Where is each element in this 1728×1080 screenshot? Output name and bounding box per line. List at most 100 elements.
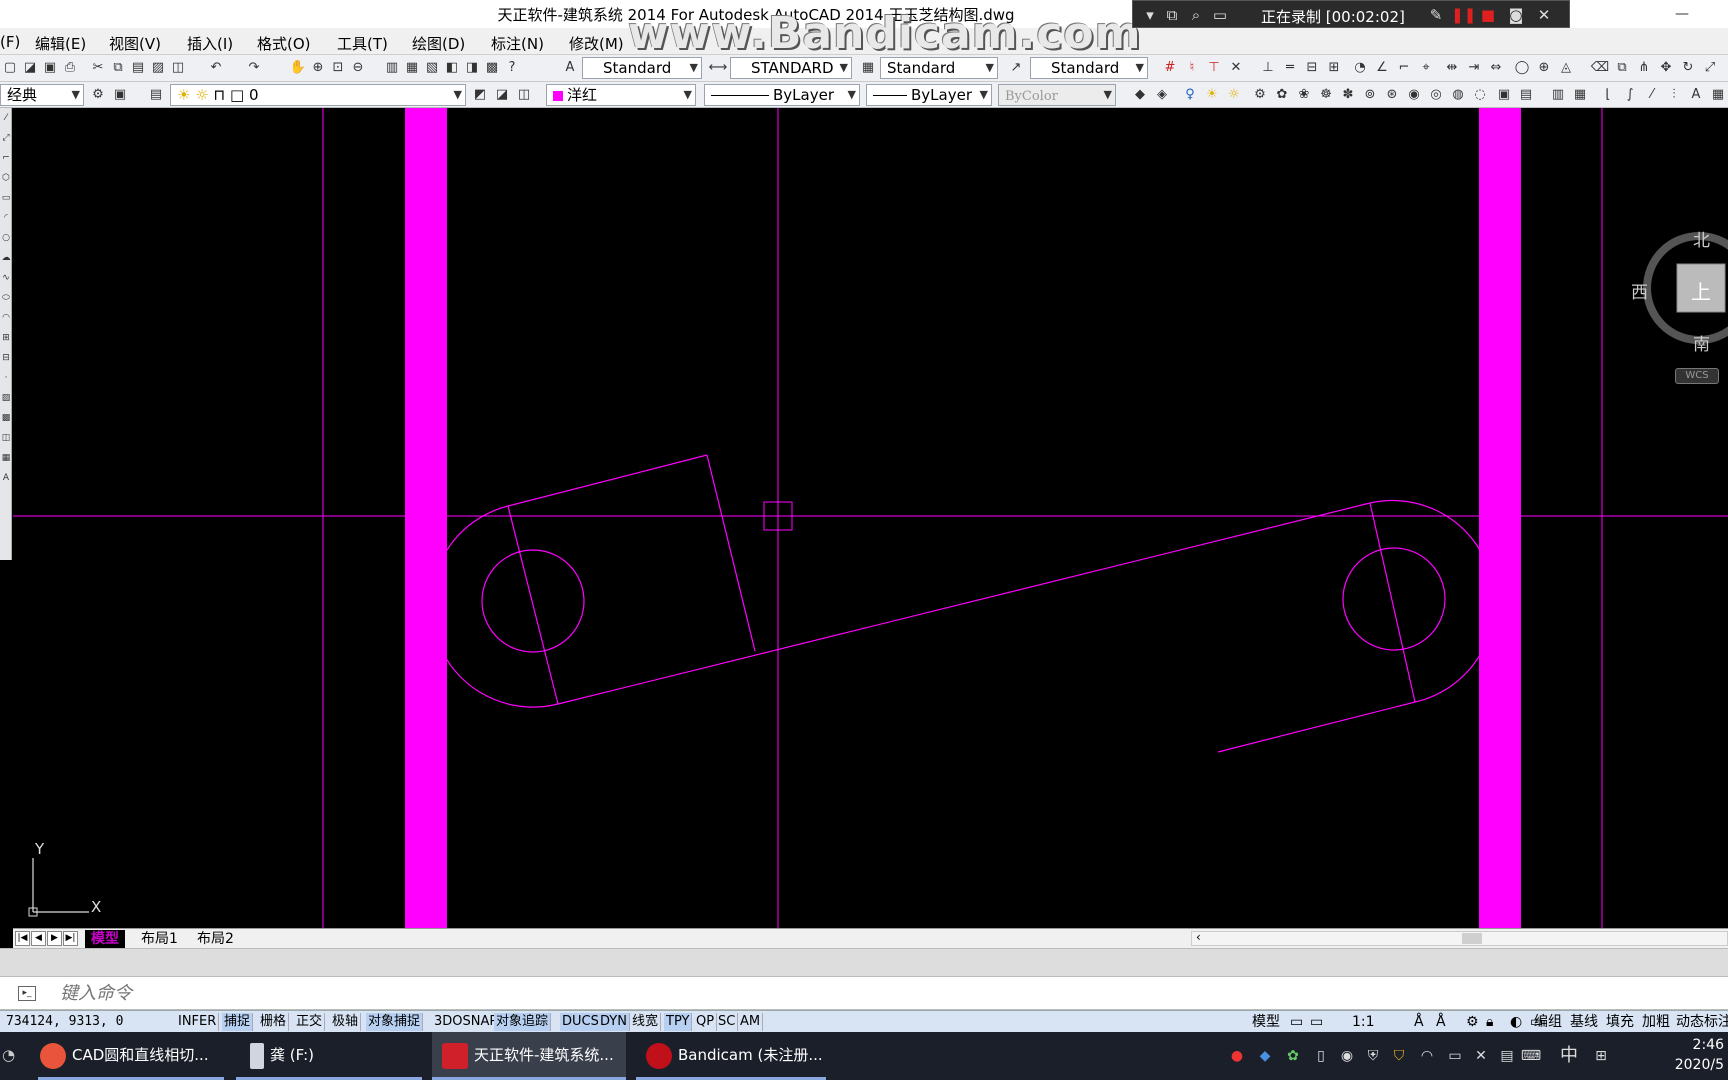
auto-scale-icon[interactable]: Å: [1436, 1013, 1446, 1031]
tool-palettes-icon[interactable]: ▧: [422, 58, 442, 78]
toggle-grid[interactable]: 栅格: [258, 1013, 290, 1031]
toggle-am[interactable]: AM: [738, 1013, 764, 1031]
camera-icon[interactable]: ◙: [1505, 4, 1527, 26]
snap-midpoint-icon[interactable]: ⊤: [1204, 58, 1224, 78]
volume-muted-icon[interactable]: ✕: [1470, 1045, 1492, 1067]
spline-icon[interactable]: ∫: [1620, 85, 1640, 105]
dim-aligned-icon[interactable]: ═: [1280, 58, 1300, 78]
polygon-icon[interactable]: ⬡: [0, 168, 12, 188]
circle-dim-icon[interactable]: ◯: [1512, 58, 1532, 78]
dim-update-icon[interactable]: ⇥: [1464, 58, 1484, 78]
redo-icon[interactable]: ↷: [244, 58, 264, 78]
layer-merge-icon[interactable]: ⊚: [1360, 85, 1380, 105]
toggle-tpy[interactable]: TPY: [664, 1013, 693, 1031]
layer-merge2-icon[interactable]: ◍: [1448, 85, 1468, 105]
taskbar-item-bandicam[interactable]: Bandicam (未注册...: [636, 1032, 826, 1080]
layer-states-icon[interactable]: ◌: [1470, 85, 1490, 105]
point-icon[interactable]: ·: [0, 368, 12, 388]
connecting-tangent-line[interactable]: [557, 502, 1371, 705]
menu-format[interactable]: 格式(O): [257, 33, 311, 54]
taskbar-item-explorer[interactable]: 龚 (F:): [236, 1032, 422, 1080]
rect-top-edge[interactable]: [507, 454, 708, 507]
dim-radius-icon[interactable]: ◔: [1350, 58, 1370, 78]
snap-intersection-icon[interactable]: ✕: [1226, 58, 1246, 78]
snap-endpoint-icon[interactable]: ♮: [1182, 58, 1202, 78]
tiled-views-icon[interactable]: ▦: [1570, 85, 1590, 105]
new-icon[interactable]: ▢: [0, 58, 20, 78]
menu-dimension[interactable]: 标注(N): [491, 33, 544, 54]
security-icon[interactable]: ⛨: [1362, 1045, 1384, 1067]
taskbar-item-autocad[interactable]: 天正软件-建筑系统...: [432, 1032, 626, 1080]
help-icon[interactable]: ?: [502, 58, 522, 78]
drawing-canvas[interactable]: 北 西 南 上 WCS Y X: [13, 108, 1728, 928]
circle-icon[interactable]: ○: [0, 228, 12, 248]
scroll-left-icon[interactable]: ‹: [1196, 930, 1201, 944]
app-tray-icon[interactable]: ✿: [1282, 1045, 1304, 1067]
text-style-icon[interactable]: A: [560, 58, 580, 78]
quick-view-drawings-icon[interactable]: ▭: [1310, 1013, 1323, 1031]
horizontal-scrollbar[interactable]: ‹: [1191, 930, 1728, 946]
hatch-icon[interactable]: ⫶: [1664, 85, 1684, 105]
coordinate-readout[interactable]: 734124, 9313, 0: [6, 1014, 123, 1029]
line-icon[interactable]: ⁄: [0, 108, 12, 128]
tab-layout2[interactable]: 布局2: [191, 930, 240, 948]
toggle-qp[interactable]: QP: [694, 1013, 718, 1031]
last-tab-button[interactable]: ▶|: [63, 931, 78, 946]
start-button[interactable]: ◔: [0, 1032, 18, 1080]
toggle-osnap[interactable]: 对象捕捉: [366, 1013, 424, 1031]
rect-right-edge[interactable]: [706, 454, 756, 652]
tz-group[interactable]: 编组: [1534, 1013, 1562, 1031]
gradient-icon[interactable]: ▩: [0, 408, 12, 428]
ellipse-arc-icon[interactable]: ◠: [0, 308, 12, 328]
linetype-select[interactable]: ByLayer ▼: [704, 84, 860, 106]
inspect-icon[interactable]: ◬: [1556, 58, 1576, 78]
menu-insert[interactable]: 插入(I): [187, 33, 233, 54]
tz-dynamic-dim[interactable]: 动态标注: [1676, 1013, 1728, 1031]
view-manager-icon[interactable]: ▣: [1494, 85, 1514, 105]
pan-icon[interactable]: ✋: [288, 58, 308, 78]
left-wall-column[interactable]: [405, 108, 447, 928]
right-pin-circle[interactable]: [1342, 547, 1446, 651]
match-prop-icon[interactable]: ▨: [148, 58, 168, 78]
revcloud-icon[interactable]: ☁: [0, 248, 12, 268]
pencil-icon[interactable]: ✎: [1425, 4, 1447, 26]
record-tray-icon[interactable]: ●: [1226, 1045, 1248, 1067]
usb-icon[interactable]: ▯: [1310, 1045, 1332, 1067]
leader-icon[interactable]: ⌐: [1394, 58, 1414, 78]
make-block-icon[interactable]: ⊟: [0, 348, 12, 368]
paste-icon[interactable]: ▤: [128, 58, 148, 78]
dim-style-icon[interactable]: ⟷: [708, 58, 728, 78]
tolerance-icon[interactable]: ⌖: [1416, 58, 1436, 78]
zoom-realtime-icon[interactable]: ⊕: [308, 58, 328, 78]
tab-layout1[interactable]: 布局1: [135, 930, 184, 948]
calculator-icon[interactable]: ▩: [482, 58, 502, 78]
zoom-previous-icon[interactable]: ⊖: [348, 58, 368, 78]
stop-icon[interactable]: ■: [1477, 4, 1499, 26]
first-tab-button[interactable]: |◀: [15, 931, 30, 946]
cut-icon[interactable]: ✂: [88, 58, 108, 78]
layer-previous-icon[interactable]: ◪: [492, 85, 512, 105]
layer-unlock-icon[interactable]: ❀: [1294, 85, 1314, 105]
tz-fill[interactable]: 填充: [1606, 1013, 1634, 1031]
next-tab-button[interactable]: ▶: [47, 931, 62, 946]
quick-view-layouts-icon[interactable]: ▭: [1290, 1013, 1303, 1031]
menu-modify[interactable]: 修改(M): [569, 33, 624, 54]
minimize-button[interactable]: —: [1668, 0, 1696, 28]
copy-icon[interactable]: ⧉: [108, 58, 128, 78]
undo-icon[interactable]: ↶: [206, 58, 226, 78]
dim-edit-icon[interactable]: ⇹: [1442, 58, 1462, 78]
layer-off-icon[interactable]: ⚙: [1250, 85, 1270, 105]
markup-icon[interactable]: ◨: [462, 58, 482, 78]
taskbar-item-browser[interactable]: CAD圆和直线相切...: [38, 1032, 224, 1080]
left-pin-circle[interactable]: [481, 549, 585, 653]
menu-tools[interactable]: 工具(T): [337, 33, 388, 54]
table-style-select[interactable]: Standard ▼: [880, 57, 998, 79]
right-diameter-line[interactable]: [1369, 502, 1416, 703]
toggle-ducs[interactable]: DUCS: [560, 1013, 602, 1031]
ucs-menu[interactable]: WCS: [1675, 368, 1719, 384]
table-draw-icon[interactable]: ▦: [0, 448, 12, 468]
isolate-objects-icon[interactable]: ◐: [1510, 1013, 1522, 1031]
layer-on-icon[interactable]: ♀: [1180, 85, 1200, 105]
search-icon[interactable]: ⌕: [1185, 4, 1207, 26]
dim-continue-icon[interactable]: ⊞: [1324, 58, 1344, 78]
